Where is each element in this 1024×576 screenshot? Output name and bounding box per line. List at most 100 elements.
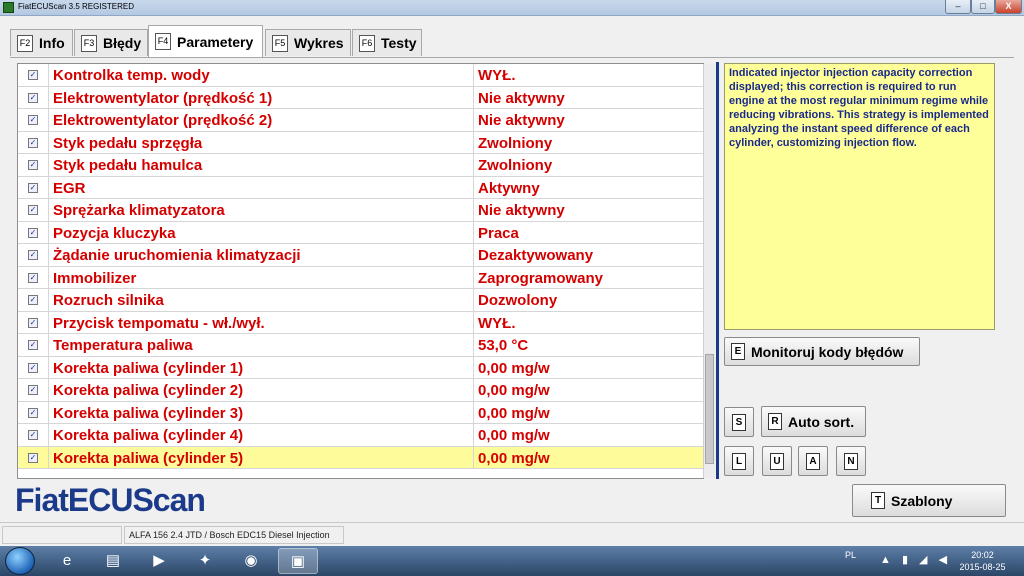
table-row[interactable]: ✓ Kontrolka temp. wody WYŁ.: [18, 64, 703, 87]
table-row[interactable]: ✓ Temperatura paliwa 53,0 °C: [18, 334, 703, 357]
table-scrollbar[interactable]: [703, 64, 715, 478]
parameter-value: 0,00 mg/w: [478, 427, 550, 444]
row-checkbox[interactable]: ✓: [28, 182, 38, 193]
table-row[interactable]: ✓ Przycisk tempomatu - wł./wył. WYŁ.: [18, 311, 703, 334]
clock[interactable]: 20:02 2015-08-25: [955, 549, 1010, 573]
status-vehicle: ALFA 156 2.4 JTD / Bosch EDC15 Diesel In…: [124, 526, 344, 556]
s-button[interactable]: S: [724, 407, 754, 437]
button-key: L: [732, 452, 746, 470]
description-scrollbar[interactable]: [997, 63, 1006, 330]
parameter-value: Aktywny: [478, 179, 540, 197]
status-bar: ALFA 156 2.4 JTD / Bosch EDC15 Diesel In…: [0, 522, 1024, 556]
row-checkbox[interactable]: ✓: [28, 272, 38, 283]
column-divider: [473, 86, 474, 108]
table-row[interactable]: ✓ Korekta paliwa (cylinder 5) 0,00 mg/w: [18, 446, 703, 469]
table-row[interactable]: ✓ Styk pedału sprzęgła Zwolniony: [18, 131, 703, 154]
templates-button[interactable]: T Szablony: [852, 484, 1006, 517]
a-button[interactable]: A: [798, 446, 828, 476]
row-checkbox[interactable]: ✓: [28, 362, 38, 373]
row-checkbox[interactable]: ✓: [28, 70, 38, 80]
parameter-value: 0,00 mg/w: [478, 359, 550, 377]
fiatecuscan-taskbar-icon[interactable]: ▣: [278, 548, 318, 574]
row-checkbox[interactable]: ✓: [28, 137, 38, 148]
scrollbar-thumb[interactable]: [705, 354, 714, 464]
table-row[interactable]: ✓ Styk pedału hamulca Zwolniony: [18, 154, 703, 177]
media-player-icon[interactable]: ▶: [139, 548, 179, 574]
tab-info[interactable]: F2 Info: [10, 29, 73, 56]
tab-errors[interactable]: F3 Błędy: [74, 29, 148, 56]
parameter-name: Kontrolka temp. wody: [53, 67, 210, 84]
row-checkbox[interactable]: ✓: [28, 115, 38, 125]
maximize-button[interactable]: □: [971, 0, 995, 14]
monitor-error-codes-button[interactable]: E Monitoruj kody błędów: [724, 337, 920, 366]
button-label: Auto sort.: [788, 413, 855, 430]
row-checkbox[interactable]: ✓: [28, 205, 38, 215]
table-row[interactable]: ✓ Korekta paliwa (cylinder 3) 0,00 mg/w: [18, 401, 703, 424]
parameter-name: Żądanie uruchomienia klimatyzacji: [53, 247, 301, 264]
tab-label: Wykres: [294, 35, 344, 51]
column-divider: [48, 356, 49, 378]
column-divider: [473, 199, 474, 221]
row-checkbox[interactable]: ✓: [28, 250, 38, 260]
column-divider: [48, 86, 49, 108]
table-row[interactable]: ✓ Żądanie uruchomienia klimatyzacji Dezakt…: [18, 244, 703, 267]
parameter-value: 53,0 °C: [478, 337, 529, 354]
minimize-button[interactable]: –: [945, 0, 971, 14]
column-divider: [473, 64, 474, 86]
row-checkbox[interactable]: ✓: [28, 385, 38, 395]
table-row[interactable]: ✓ Korekta paliwa (cylinder 2) 0,00 mg/w: [18, 379, 703, 402]
ie-icon[interactable]: e: [47, 548, 87, 574]
table-row[interactable]: ✓ Rozruch silnika Dozwolony: [18, 289, 703, 312]
column-divider: [473, 154, 474, 176]
table-row[interactable]: ✓ Sprężarka klimatyzatora Nie aktywny: [18, 199, 703, 222]
row-checkbox[interactable]: ✓: [28, 92, 38, 103]
column-divider: [473, 446, 474, 468]
row-checkbox[interactable]: ✓: [28, 227, 38, 238]
column-divider: [48, 334, 49, 356]
l-button[interactable]: L: [724, 446, 754, 476]
table-row[interactable]: ✓ Elektrowentylator (prędkość 1) Nie aktyw…: [18, 86, 703, 109]
table-row[interactable]: ✓ EGR Aktywny: [18, 176, 703, 199]
explorer-icon[interactable]: ▤: [93, 548, 133, 574]
parameter-name: Sprężarka klimatyzatora: [53, 202, 225, 219]
language-indicator[interactable]: PL: [845, 550, 856, 560]
button-key: E: [731, 343, 745, 360]
panel-splitter[interactable]: [716, 62, 719, 479]
row-checkbox[interactable]: ✓: [28, 317, 38, 328]
tab-parameters[interactable]: F4 Parametery: [148, 25, 263, 57]
table-row[interactable]: ✓ Pozycja kluczyka Praca: [18, 221, 703, 244]
parameter-table[interactable]: ✓ Kontrolka temp. wody WYŁ. ✓ Elektrowentyla…: [17, 63, 704, 479]
row-checkbox[interactable]: ✓: [28, 430, 38, 440]
parameter-value: 0,00 mg/w: [478, 404, 550, 422]
row-checkbox[interactable]: ✓: [28, 295, 38, 305]
table-row[interactable]: ✓ Immobilizer Zaprogramowany: [18, 266, 703, 289]
parameter-name: Korekta paliwa (cylinder 1): [53, 359, 244, 377]
tab-chart[interactable]: F5 Wykres: [265, 29, 351, 56]
row-checkbox[interactable]: ✓: [28, 160, 38, 170]
button-key: A: [806, 452, 820, 470]
start-button[interactable]: [5, 547, 35, 575]
parameter-value: 0,00 mg/w: [478, 382, 550, 399]
row-checkbox[interactable]: ✓: [28, 407, 38, 418]
u-button[interactable]: U: [762, 446, 792, 476]
column-divider: [473, 109, 474, 131]
tray-icons[interactable]: ▲ ▮ ◢ ◀: [880, 553, 951, 566]
row-checkbox[interactable]: ✓: [28, 340, 38, 350]
parameter-name: EGR: [53, 179, 86, 197]
parameter-value: Zwolniony: [478, 134, 553, 152]
chrome-icon[interactable]: ◉: [231, 548, 271, 574]
table-row[interactable]: ✓ Elektrowentylator (prędkość 2) Nie aktyw…: [18, 109, 703, 132]
clock-time: 20:02: [971, 550, 994, 560]
auto-sort-button[interactable]: R Auto sort.: [761, 406, 866, 437]
n-button[interactable]: N: [836, 446, 866, 476]
tab-tests[interactable]: F6 Testy: [352, 29, 422, 56]
column-divider: [48, 221, 49, 243]
column-divider: [473, 244, 474, 266]
column-divider: [48, 424, 49, 446]
row-checkbox[interactable]: ✓: [28, 452, 38, 463]
table-row[interactable]: ✓ Korekta paliwa (cylinder 4) 0,00 mg/w: [18, 424, 703, 447]
tool-icon[interactable]: ✦: [185, 548, 225, 574]
parameter-value: Zwolniony: [478, 157, 553, 174]
table-row[interactable]: ✓ Korekta paliwa (cylinder 1) 0,00 mg/w: [18, 356, 703, 379]
close-button[interactable]: X: [995, 0, 1022, 14]
